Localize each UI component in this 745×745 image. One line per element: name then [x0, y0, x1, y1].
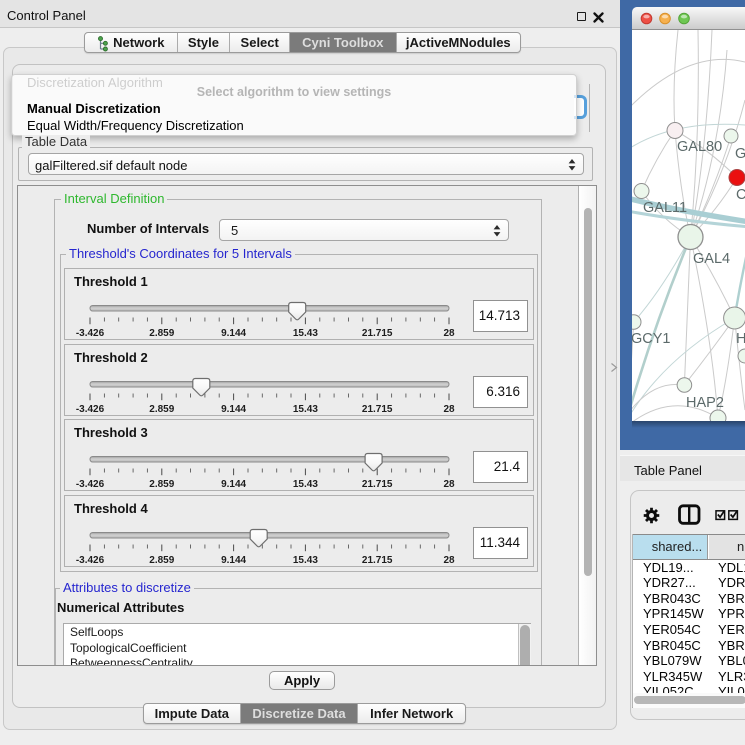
svg-text:GAL4: GAL4: [693, 251, 730, 267]
svg-text:9.144: 9.144: [221, 328, 246, 339]
svg-text:GCY1: GCY1: [632, 331, 671, 347]
svg-text:GAL80: GAL80: [677, 139, 722, 155]
svg-text:15.43: 15.43: [293, 555, 318, 566]
svg-text:9.144: 9.144: [221, 404, 246, 415]
svg-text:2.859: 2.859: [149, 328, 174, 339]
svg-text:C: C: [736, 187, 745, 203]
svg-text:15.43: 15.43: [293, 479, 318, 490]
svg-text:2.859: 2.859: [149, 555, 174, 566]
svg-text:2.859: 2.859: [149, 479, 174, 490]
svg-text:-3.426: -3.426: [76, 404, 105, 415]
svg-text:HAP2: HAP2: [686, 395, 724, 411]
svg-text:GAL11: GAL11: [643, 200, 687, 216]
svg-text:21.715: 21.715: [362, 479, 393, 490]
svg-text:-3.426: -3.426: [76, 479, 105, 490]
svg-text:2.859: 2.859: [149, 404, 174, 415]
svg-text:-3.426: -3.426: [76, 328, 105, 339]
svg-text:-3.426: -3.426: [76, 555, 105, 566]
svg-text:9.144: 9.144: [221, 555, 246, 566]
svg-text:21.715: 21.715: [362, 328, 393, 339]
svg-text:28: 28: [443, 404, 455, 415]
svg-text:9.144: 9.144: [221, 479, 246, 490]
svg-text:GAL1: GAL1: [735, 146, 745, 162]
svg-text:21.715: 21.715: [362, 404, 393, 415]
svg-text:28: 28: [443, 555, 455, 566]
svg-text:28: 28: [443, 479, 455, 490]
svg-text:15.43: 15.43: [293, 328, 318, 339]
svg-text:H: H: [736, 331, 745, 347]
svg-text:21.715: 21.715: [362, 555, 393, 566]
svg-text:28: 28: [443, 328, 455, 339]
svg-text:15.43: 15.43: [293, 404, 318, 415]
